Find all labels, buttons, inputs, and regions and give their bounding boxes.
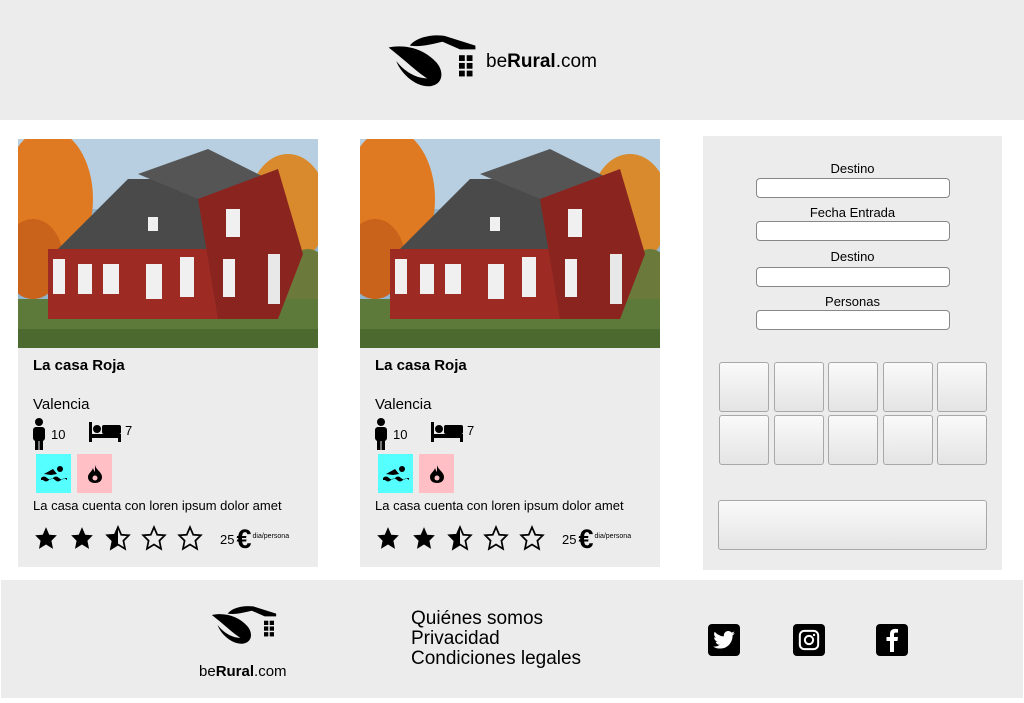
site-logo[interactable]: beRural.com xyxy=(388,34,597,88)
filter-button[interactable] xyxy=(828,362,878,412)
star-full-icon xyxy=(411,524,447,552)
search-button[interactable] xyxy=(718,500,987,550)
price-amount: 25 xyxy=(562,532,577,547)
rating-stars xyxy=(33,524,213,552)
footer-link-about[interactable]: Quiénes somos xyxy=(411,609,581,629)
capacity: 10 xyxy=(33,418,65,450)
bed-icon xyxy=(431,422,463,442)
destination-input[interactable] xyxy=(756,178,950,198)
footer-link-legal[interactable]: Condiciones legales xyxy=(411,649,581,669)
site-footer: beRural.com Quiénes somos Privacidad Con… xyxy=(1,580,1023,698)
filter-button[interactable] xyxy=(883,415,933,465)
price-unit: dia/persona xyxy=(252,533,290,540)
star-full-icon xyxy=(69,524,105,552)
guests-label: Personas xyxy=(825,294,880,309)
capacity-count: 10 xyxy=(393,426,408,442)
star-full-icon xyxy=(375,524,411,552)
filter-button[interactable] xyxy=(774,362,824,412)
star-full-icon xyxy=(33,524,69,552)
person-icon xyxy=(33,418,45,450)
destination-2-input[interactable] xyxy=(756,267,950,287)
destination-2-label: Destino xyxy=(830,249,875,264)
euro-icon: € xyxy=(578,524,594,554)
listing-card[interactable]: La casa Roja Valencia 10 7 La casa cuent… xyxy=(360,139,660,567)
listing-city: Valencia xyxy=(33,396,90,413)
price-unit: dia/persona xyxy=(594,533,632,540)
footer-links: Quiénes somos Privacidad Condiciones leg… xyxy=(411,609,581,669)
listing-city: Valencia xyxy=(375,396,432,413)
pool-icon xyxy=(382,465,409,481)
leaf-house-icon xyxy=(388,34,476,88)
footer-brand-name: beRural.com xyxy=(199,663,287,680)
checkin-label: Fecha Entrada xyxy=(809,205,896,220)
listing-card[interactable]: La casa Roja Valencia 10 7 La casa cuent… xyxy=(18,139,318,567)
star-empty-icon xyxy=(483,524,519,552)
listing-photo[interactable] xyxy=(360,139,660,348)
beds-count: 7 xyxy=(125,422,133,438)
checkin-input[interactable] xyxy=(756,221,950,241)
listing-title[interactable]: La casa Roja xyxy=(33,357,125,374)
star-empty-icon xyxy=(519,524,555,552)
brand-name: beRural.com xyxy=(486,51,597,72)
pool-badge xyxy=(36,454,71,493)
star-half-icon xyxy=(105,524,141,552)
price-amount: 25 xyxy=(220,532,235,547)
star-empty-icon xyxy=(177,524,213,552)
bed-icon xyxy=(89,422,121,442)
filter-button[interactable] xyxy=(828,415,878,465)
filter-button[interactable] xyxy=(937,415,987,465)
pool-badge xyxy=(378,454,413,493)
listing-photo[interactable] xyxy=(18,139,318,348)
filter-button[interactable] xyxy=(774,415,824,465)
beds-count: 7 xyxy=(467,422,475,438)
capacity: 10 xyxy=(375,418,407,450)
twitter-icon[interactable] xyxy=(708,624,740,656)
rating-stars xyxy=(375,524,555,552)
beds: 7 xyxy=(89,422,132,442)
facebook-icon[interactable] xyxy=(876,624,908,656)
site-header: beRural.com xyxy=(0,0,1024,120)
leaf-house-icon xyxy=(211,605,277,645)
capacity-count: 10 xyxy=(51,426,66,442)
person-icon xyxy=(375,418,387,450)
filter-button[interactable] xyxy=(937,362,987,412)
beds: 7 xyxy=(431,422,474,442)
guests-input[interactable] xyxy=(756,310,950,330)
fire-icon xyxy=(429,464,444,483)
filter-button[interactable] xyxy=(883,362,933,412)
fireplace-badge xyxy=(77,454,112,493)
destination-label: Destino xyxy=(830,161,875,176)
filter-button[interactable] xyxy=(719,415,769,465)
fire-icon xyxy=(87,464,102,483)
listing-title[interactable]: La casa Roja xyxy=(375,357,467,374)
pool-icon xyxy=(40,465,67,481)
star-half-icon xyxy=(447,524,483,552)
fireplace-badge xyxy=(419,454,454,493)
euro-icon: € xyxy=(236,524,252,554)
listing-description: La casa cuenta con loren ipsum dolor ame… xyxy=(375,498,624,513)
instagram-icon[interactable] xyxy=(793,624,825,656)
listing-description: La casa cuenta con loren ipsum dolor ame… xyxy=(33,498,282,513)
search-panel: Destino Fecha Entrada Destino Personas xyxy=(703,136,1002,570)
filter-button[interactable] xyxy=(719,362,769,412)
listing-price: 25 € dia/persona xyxy=(220,526,289,553)
listing-price: 25 € dia/persona xyxy=(562,526,631,553)
footer-link-privacy[interactable]: Privacidad xyxy=(411,629,581,649)
star-empty-icon xyxy=(141,524,177,552)
